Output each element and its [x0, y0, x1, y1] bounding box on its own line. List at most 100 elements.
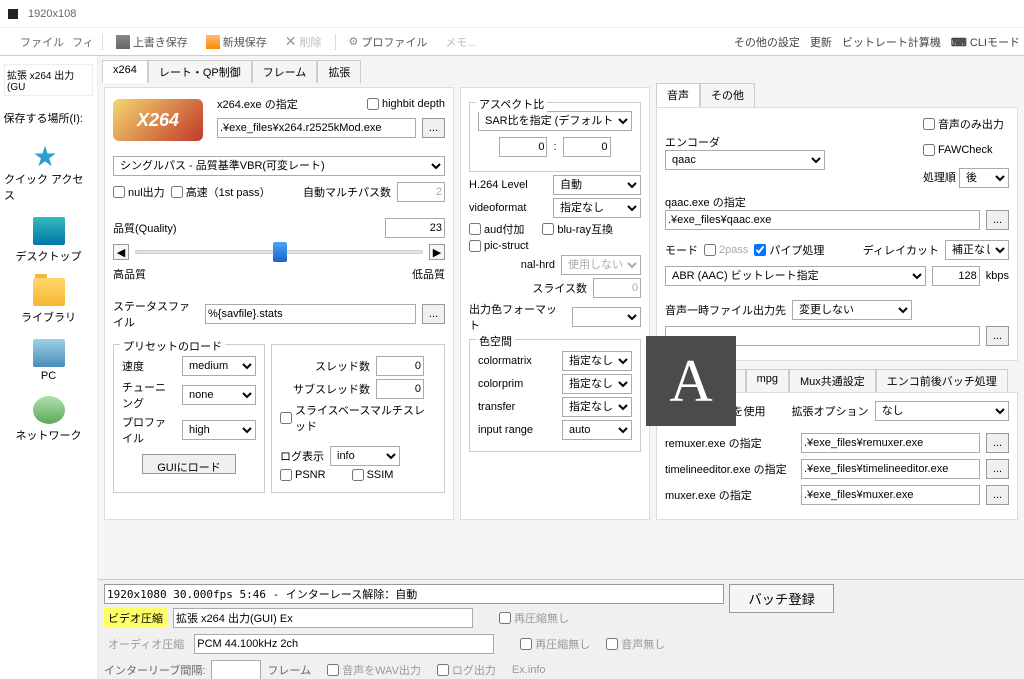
ext-opt-select[interactable]: なし	[875, 401, 1009, 421]
window-title-strip: 1920x108	[0, 0, 1024, 28]
tab-enco-batch[interactable]: エンコ前後バッチ処理	[876, 369, 1008, 392]
encode-mode-select[interactable]: シングルパス - 品質基準VBR(可変レート)	[113, 156, 445, 176]
tab-other[interactable]: その他	[700, 83, 755, 107]
tab-x264[interactable]: x264	[102, 60, 148, 83]
transfer-select[interactable]: 指定なし	[562, 397, 632, 417]
tab-frame[interactable]: フレーム	[252, 60, 318, 83]
no-recompress-audio-checkbox[interactable]	[520, 638, 532, 650]
audio-tmp-out-select[interactable]: 変更しない	[792, 300, 912, 320]
audio-bitrate-mode-select[interactable]: ABR (AAC) ビットレート指定	[665, 266, 926, 286]
update-link[interactable]: 更新	[810, 34, 832, 50]
x264-exe-browse-button[interactable]: ...	[422, 118, 445, 138]
bluray-checkbox[interactable]	[542, 223, 554, 235]
remuxer-browse-button[interactable]: ...	[986, 433, 1009, 453]
encode-status-input[interactable]	[104, 584, 724, 604]
colorprim-select[interactable]: 指定なし	[562, 374, 632, 394]
twopass-checkbox[interactable]	[704, 244, 716, 256]
menu-file[interactable]: ファイル	[20, 34, 64, 50]
overwrite-save-button[interactable]: 上書き保存	[111, 31, 193, 53]
log-select[interactable]: info	[330, 446, 400, 466]
gui-load-button[interactable]: GUIにロード	[142, 454, 236, 474]
sidebar-quick-access[interactable]: ★クイック アクセス	[4, 140, 93, 203]
delete-button[interactable]: ✕削除	[280, 30, 327, 53]
x264-exe-path-input[interactable]	[217, 118, 416, 138]
slice-multi-checkbox[interactable]	[280, 412, 292, 424]
pic-struct-checkbox[interactable]	[469, 240, 481, 252]
status-file-browse-button[interactable]: ...	[422, 304, 445, 324]
output-colorfmt-select[interactable]	[572, 307, 641, 327]
audio-only-checkbox[interactable]	[923, 118, 935, 130]
pipe-checkbox[interactable]	[754, 244, 766, 256]
video-compress-button[interactable]: ビデオ圧縮	[104, 608, 167, 628]
h264-level-select[interactable]: 自動	[553, 175, 641, 195]
videoformat-select[interactable]: 指定なし	[553, 198, 641, 218]
new-save-button[interactable]: 新規保存	[201, 31, 272, 53]
save-location-label: 保存する場所(I):	[4, 110, 94, 126]
aspect-mode-select[interactable]: SAR比を指定 (デフォルト)	[478, 111, 632, 131]
batch-register-button[interactable]: バッチ登録	[729, 584, 834, 613]
audio-codec-input[interactable]	[194, 634, 494, 654]
other-settings-link[interactable]: その他の設定	[734, 34, 800, 50]
tab-mux-common[interactable]: Mux共通設定	[789, 369, 876, 392]
audio-order-select[interactable]: 後	[959, 168, 1009, 188]
timeline-browse-button[interactable]: ...	[986, 459, 1009, 479]
audio-bitrate-input[interactable]	[932, 266, 980, 286]
sidebar-pc[interactable]: PC	[33, 339, 65, 382]
tab-ext[interactable]: 拡張	[317, 60, 361, 83]
qaac-path-input[interactable]	[665, 210, 980, 230]
bitrate-calc-link[interactable]: ビットレート計算機	[842, 34, 941, 50]
speed-select[interactable]: medium	[182, 356, 256, 376]
fawcheck-checkbox[interactable]	[923, 144, 935, 156]
audio-compress-button[interactable]: オーディオ圧縮	[104, 634, 188, 654]
sidebar-network[interactable]: ネットワーク	[16, 396, 82, 443]
auto-multipass-input[interactable]	[397, 182, 445, 202]
nalhrd-select[interactable]: 使用しない	[561, 255, 641, 275]
subthreads-input[interactable]	[376, 379, 424, 399]
sidebar-library[interactable]: ライブラリ	[21, 278, 76, 325]
audio-tmp-browse-button[interactable]: ...	[986, 326, 1009, 346]
delaycut-select[interactable]: 補正なし	[945, 240, 1009, 260]
audio-encoder-select[interactable]: qaac	[665, 150, 825, 170]
ssim-checkbox[interactable]	[352, 469, 364, 481]
psnr-checkbox[interactable]	[280, 469, 292, 481]
tuning-select[interactable]: none	[182, 385, 256, 405]
memo-button[interactable]: メモ...	[440, 31, 481, 53]
log-out-checkbox[interactable]	[437, 664, 449, 676]
threads-input[interactable]	[376, 356, 424, 376]
timeline-path-input[interactable]	[801, 459, 980, 479]
nul-output-checkbox[interactable]	[113, 186, 125, 198]
aspect-column: アスペクト比 SAR比を指定 (デフォルト) : H.264 Level自動 v…	[460, 87, 650, 520]
quality-slider-left[interactable]: ◀	[113, 244, 129, 260]
menu-fi[interactable]: フィ	[72, 34, 94, 50]
sar-y-input[interactable]	[563, 137, 611, 157]
no-audio-checkbox[interactable]	[606, 638, 618, 650]
sar-x-input[interactable]	[499, 137, 547, 157]
muxer-browse-button[interactable]: ...	[986, 485, 1009, 505]
cli-mode-link[interactable]: ⌨ CLIモード	[951, 34, 1020, 50]
no-recompress-video-checkbox[interactable]	[499, 612, 511, 624]
aud-checkbox[interactable]	[469, 223, 481, 235]
fast-1stpass-checkbox[interactable]	[171, 186, 183, 198]
video-codec-input[interactable]	[173, 608, 473, 628]
profile-button[interactable]: ⚙プロファイル	[344, 31, 433, 53]
tab-mpg[interactable]: mpg	[746, 369, 789, 392]
profile-select[interactable]: high	[182, 420, 256, 440]
tab-audio[interactable]: 音声	[656, 83, 700, 107]
remuxer-path-input[interactable]	[801, 433, 980, 453]
audio-wav-checkbox[interactable]	[327, 664, 339, 676]
desktop-icon	[33, 217, 65, 245]
highbit-checkbox[interactable]	[367, 98, 379, 110]
input-range-select[interactable]: auto	[562, 420, 632, 440]
x264-exe-label: x264.exe の指定	[217, 96, 298, 112]
qaac-browse-button[interactable]: ...	[986, 210, 1009, 230]
quality-slider-thumb[interactable]	[273, 242, 287, 262]
quality-slider-right[interactable]: ▶	[429, 244, 445, 260]
interleave-input[interactable]	[211, 660, 261, 679]
quality-input[interactable]	[385, 218, 445, 238]
muxer-path-input[interactable]	[801, 485, 980, 505]
slices-input[interactable]	[593, 278, 641, 298]
sidebar-desktop[interactable]: デスクトップ	[16, 217, 82, 264]
status-file-input[interactable]	[205, 304, 416, 324]
tab-rate[interactable]: レート・QP制御	[148, 60, 252, 83]
colormatrix-select[interactable]: 指定なし	[562, 351, 632, 371]
